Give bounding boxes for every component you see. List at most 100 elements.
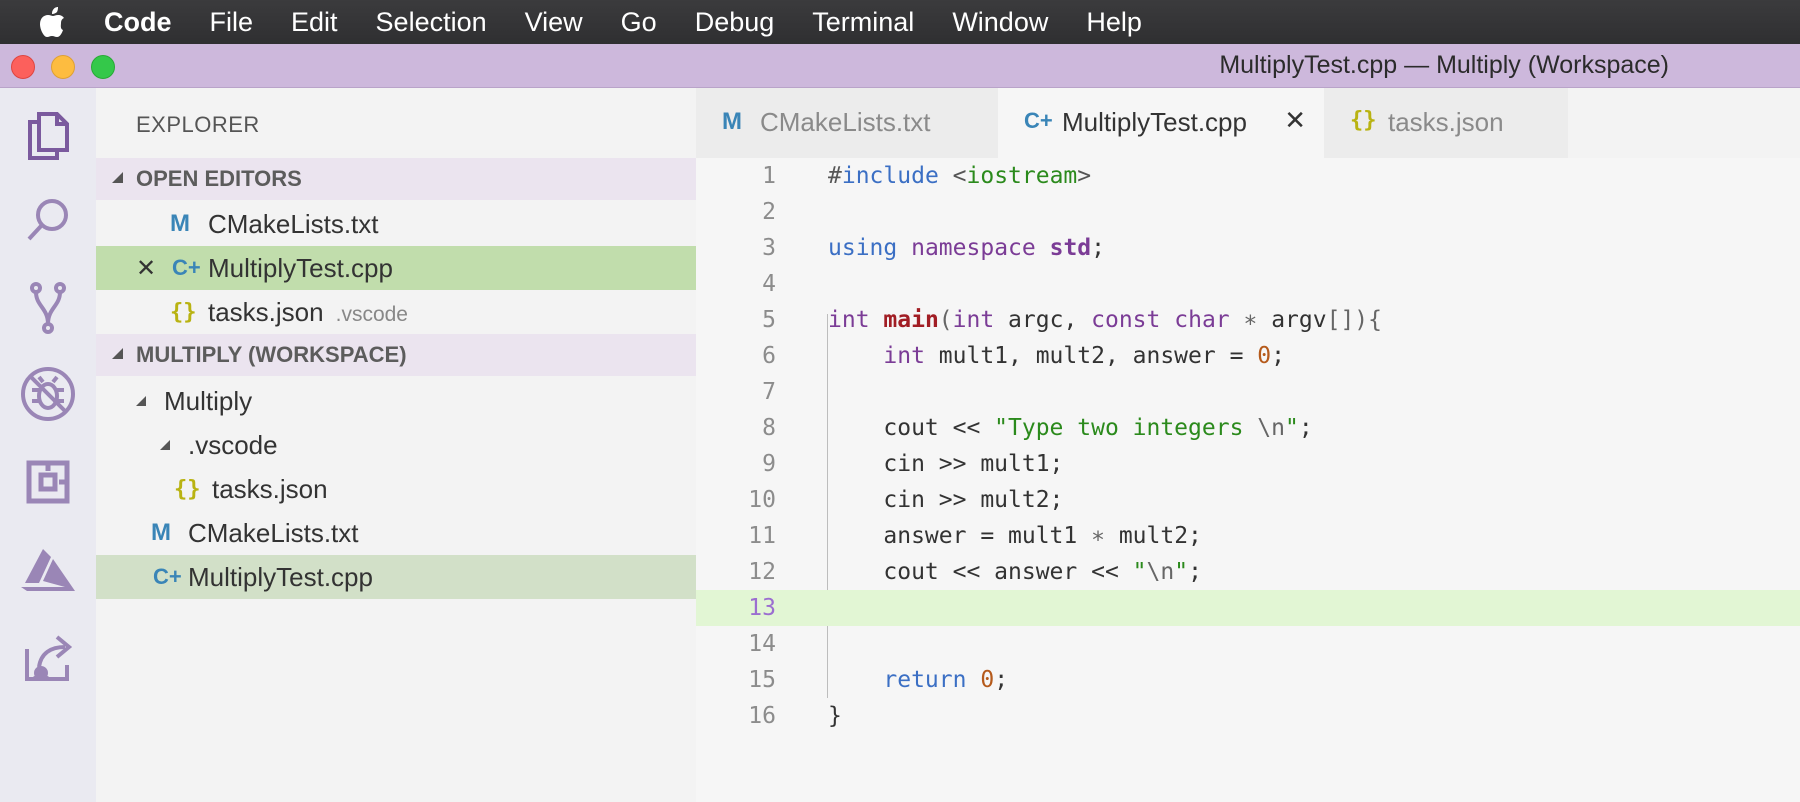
code-line[interactable]: 12 cout << answer << "\n"; (696, 554, 1800, 590)
line-number: 4 (762, 271, 776, 297)
line-number: 2 (762, 199, 776, 225)
sidebar-title: EXPLORER (136, 112, 260, 137)
code-text: int mult1, mult2, answer = 0; (883, 343, 1285, 369)
menu-go[interactable]: Go (602, 7, 676, 38)
tab-multiplytest[interactable]: C+ MultiplyTest.cpp ✕ (998, 88, 1324, 158)
workspace-label: MULTIPLY (WORKSPACE) (136, 342, 407, 367)
code-line[interactable]: 13 (696, 590, 1800, 626)
code-text: cin >> mult2; (828, 487, 1064, 513)
tree-item-label: .vscode (188, 429, 278, 460)
code-line[interactable]: 5 int main(int argc, const char ∗ argv[])… (696, 302, 1800, 338)
menu-selection[interactable]: Selection (357, 7, 506, 38)
code-line[interactable]: 1 #include <iostream> (696, 158, 1800, 194)
code-line[interactable]: 6 int mult1, mult2, answer = 0; (696, 338, 1800, 374)
cmake-file-icon: M (170, 210, 190, 237)
code-text: answer = mult1 ∗ mult2; (828, 523, 1202, 549)
collapse-triangle-icon (112, 172, 123, 183)
line-number: 3 (762, 235, 776, 261)
extensions-icon[interactable] (0, 434, 96, 530)
zoom-window-button[interactable] (91, 55, 115, 79)
code-text: cout << answer << "\n"; (828, 559, 1202, 585)
code-line[interactable]: 3 using namespace std; (696, 230, 1800, 266)
open-editor-item-tasks-json[interactable]: {} tasks.json .vscode (96, 290, 696, 334)
menu-terminal[interactable]: Terminal (793, 7, 933, 38)
cpp-file-icon: C+ (1024, 108, 1053, 133)
line-number: 12 (748, 559, 776, 585)
close-icon[interactable]: ✕ (1284, 105, 1306, 136)
folder-description: .vscode (335, 302, 408, 326)
json-file-icon: {} (170, 299, 197, 325)
tree-item-multiplytest[interactable]: C+ MultiplyTest.cpp (96, 555, 696, 599)
tab-label: tasks.json (1388, 107, 1504, 137)
code-text: } (828, 703, 842, 729)
code-line[interactable]: 8 cout << "Type two integers \n"; (696, 410, 1800, 446)
cpp-file-icon: C+ (172, 255, 201, 280)
code-line[interactable]: 7 (696, 374, 1800, 410)
code-line[interactable]: 9 cin >> mult1; (696, 446, 1800, 482)
line-number: 6 (762, 343, 776, 369)
window-title-bar: MultiplyTest.cpp — Multiply (Workspace) (0, 44, 1800, 88)
explorer-sidebar: EXPLORER OPEN EDITORS M CMakeLists.txt ✕… (96, 88, 696, 802)
tree-item-label: MultiplyTest.cpp (188, 561, 373, 592)
cmake-file-icon: M (151, 519, 171, 546)
open-editor-item-cmakelists[interactable]: M CMakeLists.txt (96, 202, 696, 246)
menu-file[interactable]: File (191, 7, 273, 38)
line-number: 11 (748, 523, 776, 549)
explorer-icon[interactable] (0, 88, 96, 184)
close-icon[interactable]: ✕ (136, 254, 156, 283)
tab-tasks-json[interactable]: {} tasks.json (1324, 88, 1568, 158)
code-editor[interactable]: 1 #include <iostream> 2 3 using namespace st… (696, 158, 1800, 802)
cpp-file-icon: C+ (153, 564, 182, 589)
tree-item-tasks-json[interactable]: {} tasks.json (96, 467, 696, 511)
code-line[interactable]: 16} (696, 698, 1800, 734)
search-icon[interactable] (0, 172, 96, 268)
apple-menu-icon[interactable] (0, 6, 104, 38)
tree-item-label: Multiply (164, 385, 253, 416)
live-share-icon[interactable] (0, 608, 96, 704)
tree-item-vscode-folder[interactable]: .vscode (96, 423, 696, 467)
window-title: MultiplyTest.cpp — Multiply (Workspace) (1219, 51, 1669, 79)
code-line[interactable]: 4 (696, 266, 1800, 302)
menu-view[interactable]: View (506, 7, 602, 38)
workspace-header[interactable]: MULTIPLY (WORKSPACE) (96, 334, 696, 376)
tab-cmakelists[interactable]: M CMakeLists.txt (696, 88, 998, 158)
line-number: 5 (762, 307, 776, 333)
menu-edit[interactable]: Edit (272, 7, 357, 38)
menu-app-name[interactable]: Code (104, 7, 191, 38)
json-file-icon: {} (1350, 108, 1377, 133)
tab-label: MultiplyTest.cpp (1062, 107, 1247, 137)
json-file-icon: {} (174, 476, 201, 502)
code-text: using namespace std; (828, 235, 1105, 261)
tree-item-multiply-folder[interactable]: Multiply (96, 379, 696, 423)
menu-window[interactable]: Window (933, 7, 1067, 38)
editor-tab-bar: M CMakeLists.txt C+ MultiplyTest.cpp ✕ {… (696, 88, 1800, 158)
line-number: 1 (762, 163, 776, 189)
open-editors-label: OPEN EDITORS (136, 166, 302, 191)
code-line[interactable]: 11 answer = mult1 ∗ mult2; (696, 518, 1800, 554)
code-line[interactable]: 15 return 0; (696, 662, 1800, 698)
open-editor-label: CMakeLists.txt (208, 208, 379, 239)
close-window-button[interactable] (11, 55, 35, 79)
line-number: 14 (748, 631, 776, 657)
debug-icon[interactable] (0, 346, 96, 442)
code-line[interactable]: 14 (696, 626, 1800, 662)
menu-help[interactable]: Help (1067, 7, 1161, 38)
minimize-window-button[interactable] (51, 55, 75, 79)
source-control-icon[interactable] (0, 260, 96, 356)
menu-debug[interactable]: Debug (676, 7, 794, 38)
code-text: return 0; (883, 667, 1009, 693)
open-editor-item-multiplytest[interactable]: ✕ C+ MultiplyTest.cpp (96, 246, 696, 290)
open-editor-label: tasks.json .vscode (208, 296, 408, 327)
tree-item-label: tasks.json (212, 473, 328, 504)
tab-label: CMakeLists.txt (760, 107, 931, 137)
open-editor-label: MultiplyTest.cpp (208, 252, 393, 283)
code-line[interactable]: 2 (696, 194, 1800, 230)
expand-triangle-icon (136, 396, 146, 406)
tree-item-cmakelists[interactable]: M CMakeLists.txt (96, 511, 696, 555)
collapse-triangle-icon (112, 348, 123, 359)
code-line[interactable]: 10 cin >> mult2; (696, 482, 1800, 518)
line-number: 13 (748, 595, 776, 621)
azure-icon[interactable] (0, 522, 96, 618)
macos-menu-bar: Code File Edit Selection View Go Debug T… (0, 0, 1800, 44)
open-editors-header[interactable]: OPEN EDITORS (96, 158, 696, 200)
